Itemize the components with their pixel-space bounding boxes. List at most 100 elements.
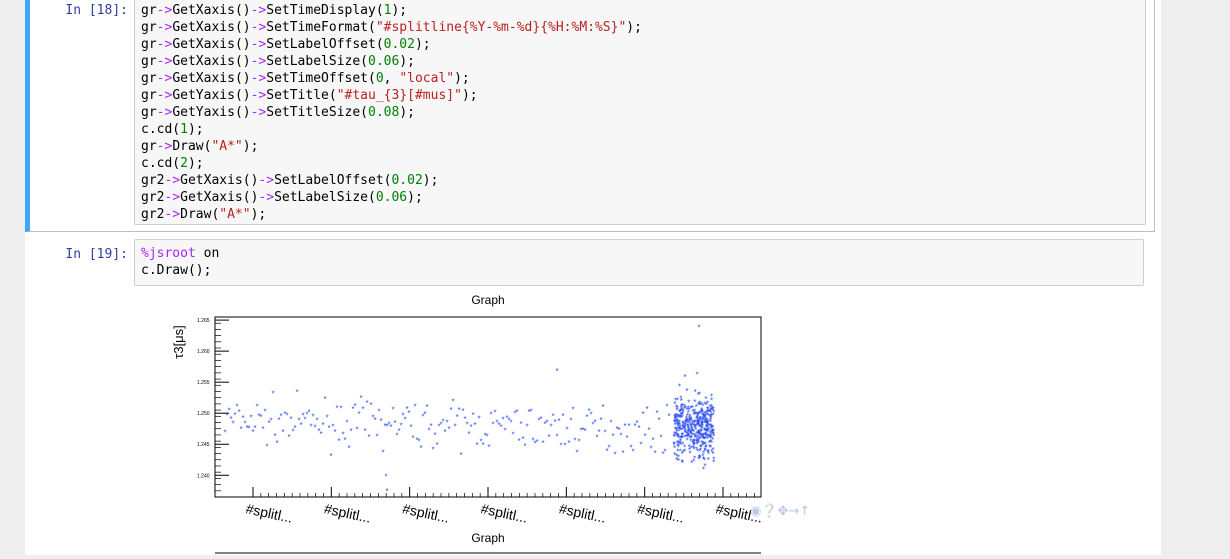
data-point: * — [485, 433, 488, 442]
data-point: * — [680, 397, 683, 406]
data-point: * — [645, 405, 648, 414]
data-point: * — [693, 410, 696, 419]
x-tick-label: #splitl... — [401, 500, 451, 526]
x-tick-label: #splitl... — [323, 500, 373, 526]
data-point: * — [261, 425, 264, 434]
code-cell-18[interactable]: In [18]: gr->GetXaxis()->SetTimeDisplay(… — [25, 0, 1155, 232]
data-point: * — [369, 401, 372, 410]
data-point: * — [700, 439, 703, 448]
data-point: * — [529, 407, 532, 416]
data-point: * — [686, 406, 689, 415]
data-point: * — [487, 443, 490, 452]
code-line: gr->GetXaxis()->SetTimeDisplay(1); — [141, 3, 408, 18]
move-icon[interactable]: ✥ — [778, 504, 789, 519]
data-point: * — [269, 417, 272, 426]
data-point: * — [511, 431, 514, 440]
cell-prompt: In [19]: — [65, 247, 128, 262]
data-point: * — [293, 424, 296, 433]
help-icon[interactable]: ❔ — [761, 504, 777, 519]
data-point: * — [457, 406, 460, 415]
data-point: * — [683, 373, 686, 382]
y-axis-title: τ3[μs] — [171, 325, 186, 359]
data-point: * — [443, 428, 446, 437]
data-point: * — [409, 423, 412, 432]
data-point: * — [449, 406, 452, 415]
data-point: * — [419, 444, 422, 453]
y-tick-label: 1.255 — [197, 380, 210, 386]
data-point: * — [279, 412, 282, 421]
data-point: * — [299, 421, 302, 430]
data-point: * — [367, 433, 370, 442]
data-point: * — [657, 416, 660, 425]
data-point: * — [577, 438, 580, 447]
data-point: * — [611, 432, 614, 441]
data-point: * — [707, 456, 710, 465]
data-point: * — [263, 407, 266, 416]
data-point: * — [698, 454, 701, 463]
camera-icon[interactable]: ◉ — [750, 504, 761, 519]
data-point: * — [569, 417, 572, 426]
data-point: * — [549, 423, 552, 432]
y-tick-label: 1.245 — [197, 442, 210, 448]
data-point: * — [375, 432, 378, 441]
y-axis: 1.240 1.245 1.250 1.255 1.260 1.265 — [197, 316, 229, 492]
data-point: * — [365, 399, 368, 408]
data-point: * — [359, 394, 362, 403]
data-point: * — [265, 443, 268, 452]
chart-bottom-title: Graph — [471, 531, 504, 545]
data-point: * — [433, 431, 436, 440]
data-point: * — [253, 424, 256, 433]
data-point: * — [597, 428, 600, 437]
y-tick-label: 1.250 — [197, 411, 210, 417]
data-point: * — [637, 424, 640, 433]
data-point: * — [667, 412, 670, 421]
data-point: * — [693, 431, 696, 440]
code-input-area[interactable]: gr->GetXaxis()->SetTimeDisplay(1); gr->Ge… — [134, 0, 1146, 225]
data-point: * — [259, 413, 262, 422]
data-point: * — [353, 402, 356, 411]
code-line: gr->GetXaxis()->SetLabelSize(0.06); — [141, 54, 415, 69]
data-point: * — [690, 417, 693, 426]
code-line: gr2->Draw("A*"); — [141, 207, 267, 222]
data-point: * — [665, 402, 668, 411]
y-tick-label: 1.240 — [197, 473, 210, 479]
data-point: * — [475, 441, 478, 450]
data-point: * — [675, 414, 678, 423]
data-point: * — [281, 428, 284, 437]
data-point: * — [447, 425, 450, 434]
scatter-chart[interactable]: Graph τ3[μs] 1.2401.2451.2501.2551.2601.… — [134, 290, 854, 555]
data-point: * — [315, 416, 318, 425]
data-point: * — [429, 422, 432, 431]
data-point: * — [471, 411, 474, 420]
data-point: * — [625, 434, 628, 443]
data-point: * — [663, 448, 666, 457]
data-point: * — [712, 459, 715, 468]
data-point: * — [403, 416, 406, 425]
data-point: * — [647, 426, 650, 435]
data-point: * — [681, 423, 684, 432]
data-point: * — [709, 443, 712, 452]
data-point: * — [679, 439, 682, 448]
arrow-icon[interactable]: → — [788, 504, 799, 519]
data-point: * — [295, 388, 298, 397]
data-point: * — [389, 423, 392, 432]
data-point: * — [287, 433, 290, 442]
code-line: gr->GetXaxis()->SetLabelOffset(0.02); — [141, 37, 431, 52]
data-point: * — [515, 408, 518, 417]
chart-title: Graph — [471, 293, 504, 307]
data-point: * — [431, 445, 434, 454]
data-point: * — [435, 441, 438, 450]
up-icon[interactable]: ↑ — [799, 504, 810, 519]
data-point: * — [319, 430, 322, 439]
code-line: gr->GetXaxis()->SetTimeFormat("#splitlin… — [141, 20, 642, 35]
data-point: * — [705, 427, 708, 436]
code-input-area[interactable]: %jsroot on c.Draw(); — [134, 239, 1144, 286]
data-point: * — [613, 451, 616, 460]
data-point: * — [465, 421, 468, 430]
data-point: * — [377, 407, 380, 416]
data-point: * — [563, 442, 566, 451]
data-point: * — [385, 487, 388, 496]
code-cell-19[interactable]: In [19]: %jsroot on c.Draw(); Graph τ3[μs… — [25, 238, 1149, 555]
x-tick-label: #splitl... — [244, 500, 294, 526]
data-point: * — [491, 421, 494, 430]
